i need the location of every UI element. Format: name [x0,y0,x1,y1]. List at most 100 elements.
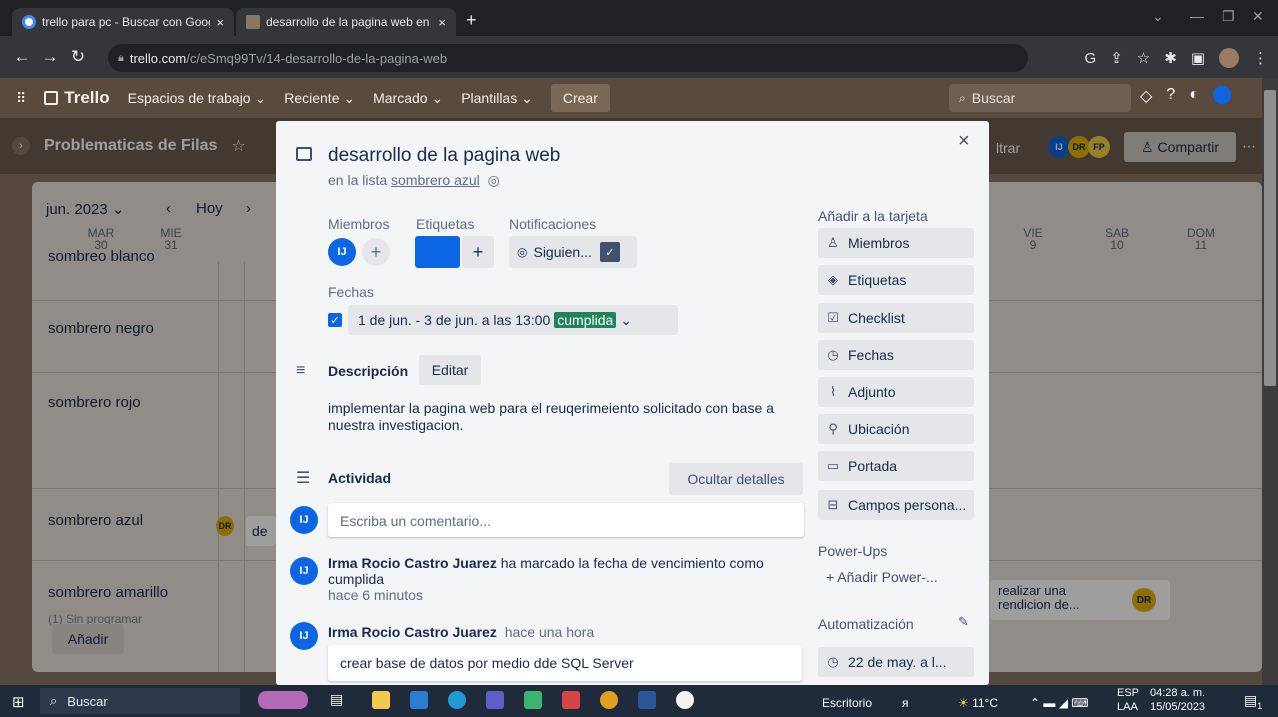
automation-heading: Automatización [818,616,914,632]
reload-icon[interactable]: ↻ [64,47,92,67]
close-tab-icon[interactable]: × [438,15,446,30]
activity-item: Irma Rocio Castro Juarez ha marcado la f… [328,555,788,603]
list-link[interactable]: sombrero azul [391,172,480,188]
add-label-button[interactable]: + [462,236,494,268]
file-explorer-icon[interactable] [372,691,390,709]
help-icon[interactable]: ? [1166,86,1175,106]
clock-icon: ◷ [827,347,839,362]
app-icon[interactable] [486,691,504,709]
google-lens-icon[interactable]: G [1085,50,1097,67]
menu-starred[interactable]: Marcado ⌄ [373,90,443,107]
theme-icon[interactable]: ◐ [1189,86,1199,106]
hide-details-button[interactable]: Ocultar detalles [669,463,803,495]
comment-input[interactable]: Escriba un comentario... [328,503,804,537]
create-button[interactable]: Crear [550,84,610,112]
automation-item-button[interactable]: ◷ 22 de may. a l... [818,647,974,677]
members-button[interactable]: ♙ Miembros [818,228,974,258]
dates-button[interactable]: ◷ Fechas [818,340,974,370]
trello-search-input[interactable]: ⌕ Buscar [949,84,1131,112]
url-path: /c/eSmq99Tv/14-desarrollo-de-la-pagina-w… [186,50,448,66]
watch-button[interactable]: ◎ Siguien... ✓ [509,236,637,268]
person-icon: ♙ [827,235,839,250]
back-icon[interactable]: ← [8,47,36,67]
profile-avatar[interactable] [1219,48,1239,68]
scrollbar-thumb[interactable] [1264,90,1276,386]
weather-icon: ☀ [958,696,973,710]
activity-author[interactable]: Irma Rocio Castro Juarez [328,624,497,640]
desktop-label[interactable]: Escritorio [822,696,872,710]
description-icon: ≡ [296,362,306,379]
sidepanel-icon[interactable]: ▣ [1191,49,1205,67]
clock-icon: ◷ [827,654,839,669]
comment-body[interactable]: crear base de datos por medio dde SQL Se… [328,645,802,681]
member-avatar[interactable]: IJ [328,238,356,266]
labels-button[interactable]: ◈ Etiquetas [818,265,974,295]
eye-icon: ◎ [487,172,500,188]
menu-kebab-icon[interactable]: ⋮ [1253,49,1268,67]
pencil-icon[interactable]: ✎ [958,614,969,630]
add-powerup-button[interactable]: + Añadir Power-... [826,569,938,585]
star-icon[interactable]: ☆ [1137,49,1150,67]
menu-templates[interactable]: Plantillas ⌄ [461,90,533,107]
notification-icon[interactable]: ▤1 [1244,692,1262,711]
add-to-card-heading: Añadir a la tarjeta [818,208,928,224]
toolbar-icons: G ⇪ ☆ ✱ ▣ ⋮ [1085,44,1268,72]
windows-start-icon[interactable]: ⊞ [12,693,25,711]
clock[interactable]: 04:28 a. m. 15/05/2023 [1150,686,1205,714]
weather-temp[interactable]: ☀ 11°C [958,696,998,710]
due-date-button[interactable]: 1 de jun. - 3 de jun. a las 13:00 cumpli… [348,305,678,335]
address-bar[interactable]: 🔒︎ trello.com/c/eSmq99Tv/14-desarrollo-d… [108,44,1028,72]
activity-time[interactable]: hace 6 minutos [328,587,788,603]
cover-button[interactable]: ▭ Portada [818,451,974,481]
location-button[interactable]: ⚲ Ubicación [818,414,974,444]
app-icon[interactable] [562,691,580,709]
language-indicator[interactable]: ESP LAA [1117,686,1139,714]
browser-tab-google[interactable]: trello para pc - Buscar con Googl × [12,8,234,36]
due-complete-checkbox[interactable]: ✓ [328,313,342,327]
user-avatar[interactable] [1212,86,1231,104]
app-icon[interactable] [524,691,542,709]
widget-flowers-icon[interactable] [258,691,308,709]
menu-recent[interactable]: Reciente ⌄ [284,90,355,107]
people-icon[interactable]: ᴙ [902,696,909,710]
extensions-icon[interactable]: ✱ [1164,49,1177,67]
mail-icon[interactable] [410,691,428,709]
minimize-icon[interactable]: — [1190,8,1204,24]
activity-time[interactable]: hace una hora [505,624,595,640]
forward-icon[interactable]: → [36,47,64,67]
checklist-button[interactable]: ☑ Checklist [818,303,974,333]
megaphone-icon[interactable]: ◇ [1140,86,1152,106]
label-chip-blue[interactable] [415,236,460,268]
custom-fields-icon: ⊟ [827,497,839,512]
card-icon [296,147,312,161]
close-modal-icon[interactable]: × [958,130,970,153]
slack-icon[interactable] [676,691,694,709]
powerups-heading: Power-Ups [818,543,888,559]
custom-fields-button[interactable]: ⊟ Campos persona... [818,490,974,520]
word-icon[interactable] [638,691,656,709]
trello-logo[interactable]: Trello [44,88,110,108]
browser-tab-trello[interactable]: desarrollo de la pagina web en P × [236,8,456,36]
add-member-button[interactable]: + [362,238,390,266]
description-text[interactable]: implementar la pagina web para el reuqer… [328,400,778,434]
edit-description-button[interactable]: Editar [419,355,481,385]
chrome-icon[interactable] [600,691,618,709]
apps-grid-icon[interactable]: ⠿ [16,90,26,107]
chevron-down-icon[interactable]: ⌄ [1152,8,1164,25]
share-icon[interactable]: ⇪ [1110,49,1123,67]
taskbar-search[interactable]: ⌕ Buscar [40,688,240,714]
task-view-icon[interactable]: ▤ [330,691,348,709]
close-window-icon[interactable]: ✕ [1252,8,1264,25]
activity-item: Irma Rocio Castro Juarez hace una hora [328,624,594,640]
activity-avatar: IJ [290,557,318,585]
tray-icons[interactable]: ⌃ ▬ ◢ ⌨ [1030,696,1089,710]
new-tab-button[interactable]: + [466,10,477,31]
edge-icon[interactable] [448,691,466,709]
plus-icon: + [826,569,838,585]
activity-author[interactable]: Irma Rocio Castro Juarez [328,555,497,571]
restore-icon[interactable]: ❐ [1222,8,1235,25]
close-tab-icon[interactable]: × [216,15,224,30]
attachment-button[interactable]: ⌇ Adjunto [818,377,974,407]
card-title[interactable]: desarrollo de la pagina web [328,145,560,167]
menu-workspaces[interactable]: Espacios de trabajo ⌄ [128,90,267,107]
